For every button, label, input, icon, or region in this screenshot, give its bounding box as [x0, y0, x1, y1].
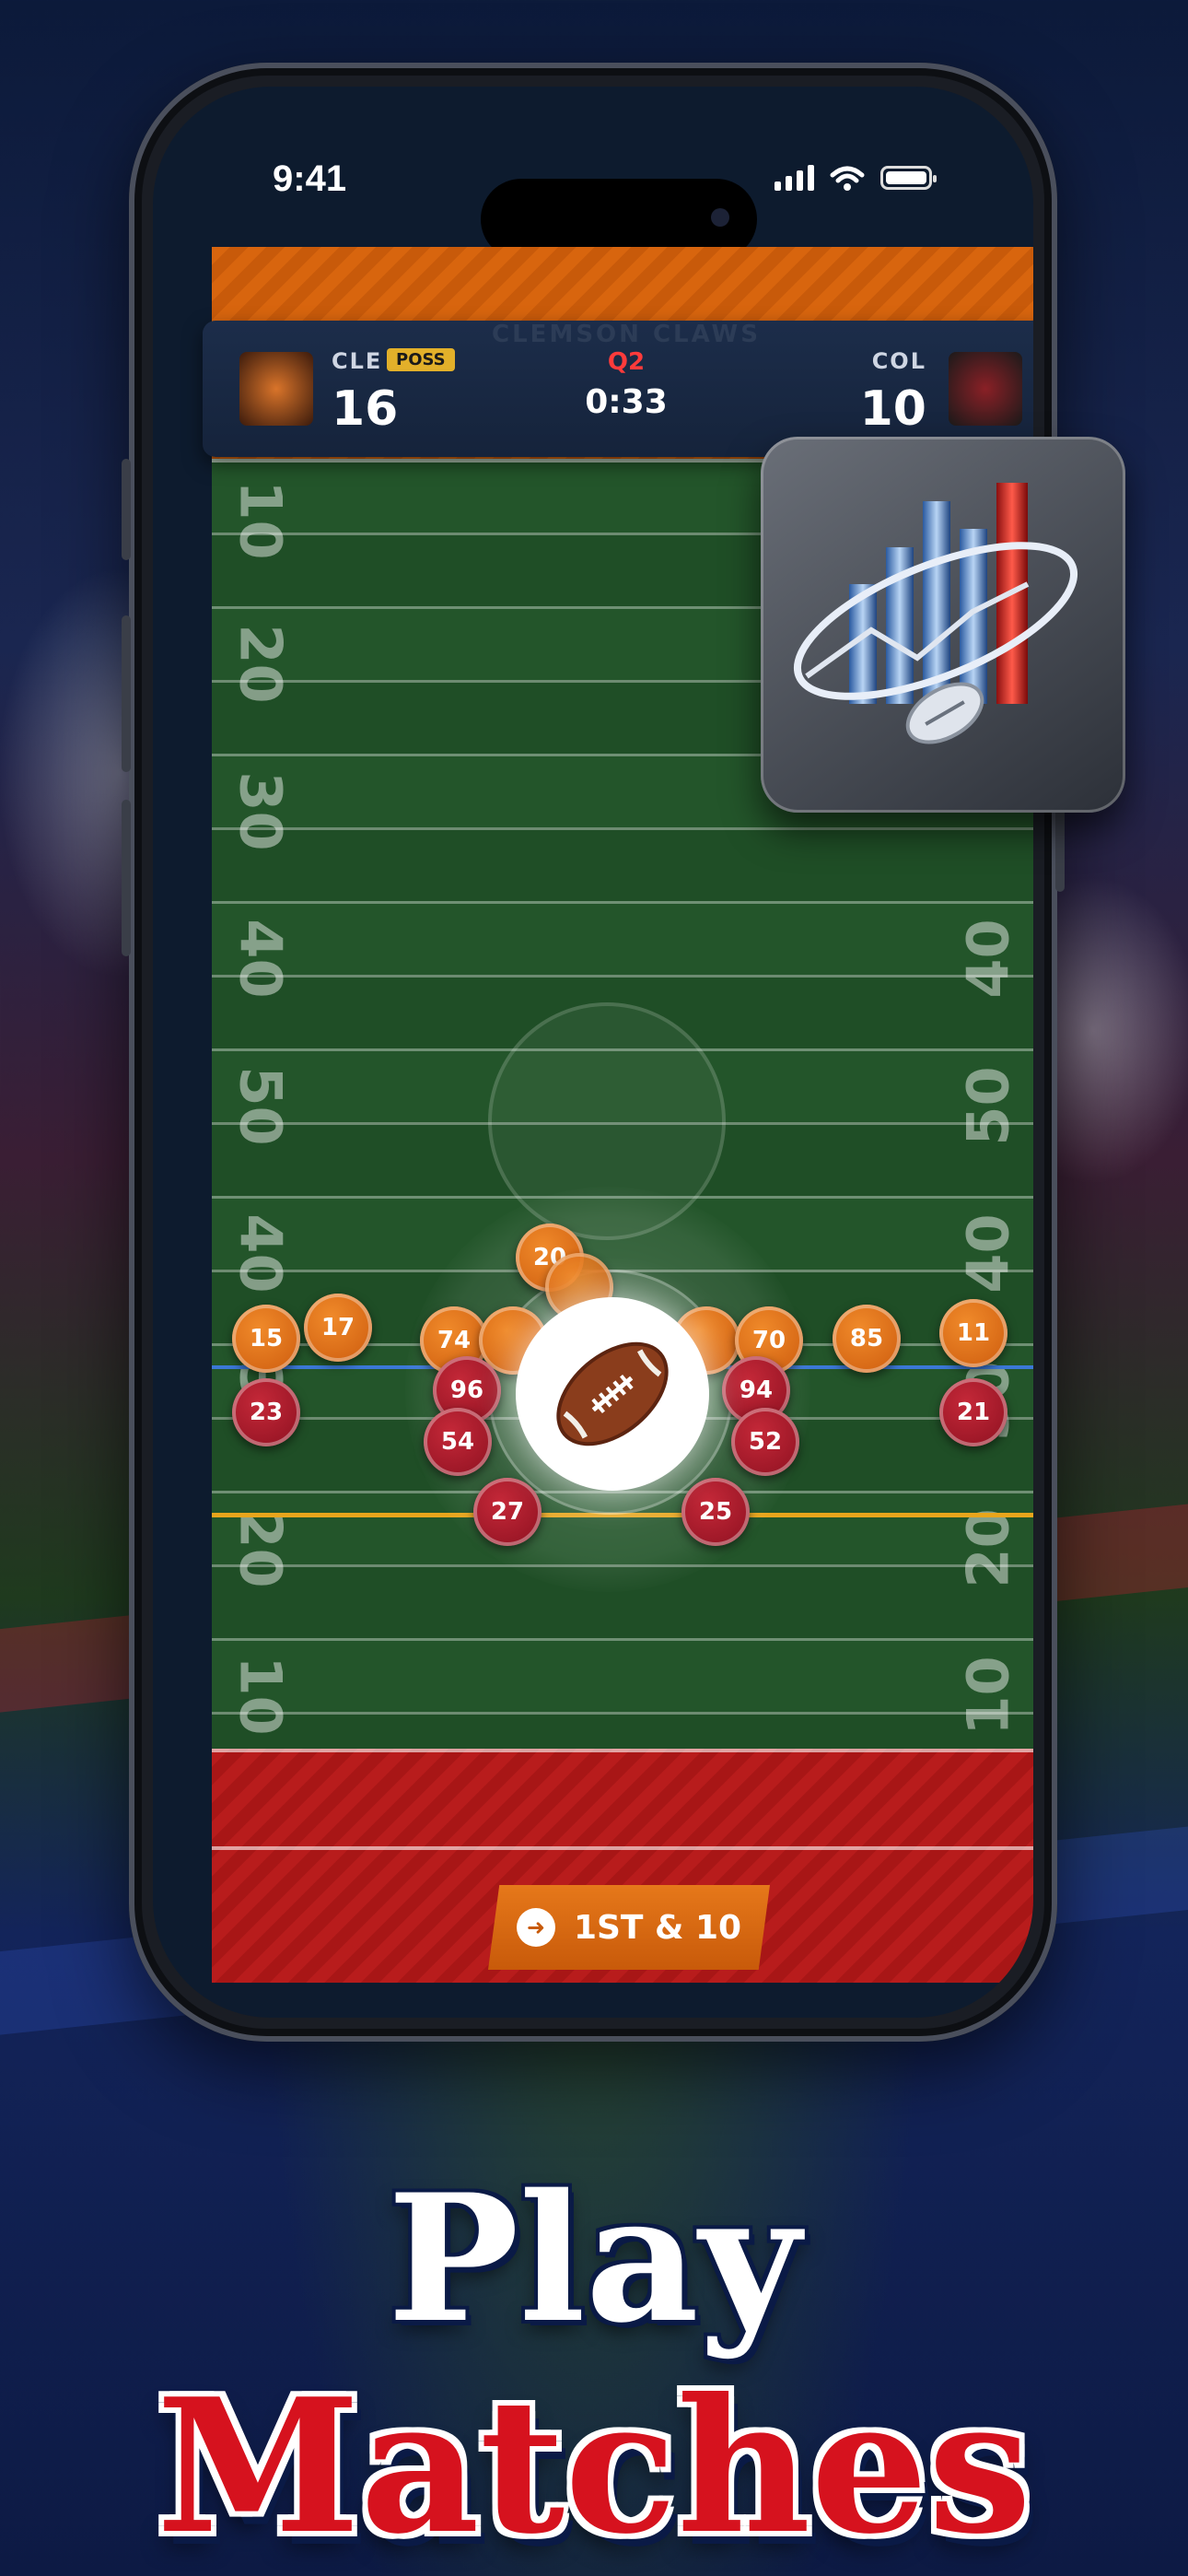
yard-number: 20 [227, 624, 295, 704]
yard-number: 10 [227, 480, 295, 560]
yard-number: 40 [954, 1213, 1022, 1294]
status-icons [775, 164, 937, 192]
yard-number: 50 [954, 1066, 1022, 1146]
defense-player[interactable]: 27 [473, 1478, 542, 1546]
defense-player[interactable]: 25 [681, 1478, 750, 1546]
yard-number: 40 [954, 919, 1022, 999]
football-icon [556, 1341, 669, 1446]
volume-button [122, 459, 131, 560]
yard-number: 40 [227, 919, 295, 999]
scoreboard-watermark: CLEMSON CLAWS [492, 321, 761, 348]
phone-screen: 9:41 10 20 30 40 50 40 20 10 40 50 40 20… [153, 87, 1033, 2018]
defense-player[interactable]: 54 [424, 1408, 492, 1476]
away-team-logo [949, 352, 1022, 426]
end-line [212, 1846, 1033, 1850]
yard-line [212, 1638, 1033, 1641]
football-button[interactable] [516, 1297, 709, 1491]
defense-player[interactable]: 52 [731, 1408, 799, 1476]
arrow-right-icon: ➜ [516, 1908, 555, 1947]
goal-line [212, 1749, 1033, 1752]
yard-number: 30 [227, 771, 295, 851]
yard-number: 50 [227, 1066, 295, 1146]
away-team-abbr: COL [871, 348, 926, 374]
battery-icon [880, 166, 937, 190]
wifi-icon [830, 166, 865, 191]
stats-card[interactable] [761, 437, 1125, 813]
down-distance-button[interactable]: ➜ 1ST & 10 [488, 1885, 770, 1970]
offense-player[interactable]: 15 [232, 1305, 300, 1373]
defense-player[interactable]: 23 [232, 1378, 300, 1446]
headline-play: Play [387, 2156, 801, 2361]
yard-number: 20 [227, 1508, 295, 1588]
yard-number: 20 [954, 1508, 1022, 1588]
volume-button [122, 615, 131, 772]
camera-icon [711, 208, 729, 227]
down-distance-label: 1ST & 10 [573, 1908, 742, 1947]
yard-number: 10 [954, 1656, 1022, 1736]
volume-button [122, 800, 131, 956]
offense-player[interactable]: 11 [939, 1299, 1007, 1367]
offense-player[interactable]: 85 [833, 1305, 901, 1373]
signal-icon [775, 165, 814, 191]
yard-number: 40 [227, 1213, 295, 1294]
phone-frame: 9:41 10 20 30 40 50 40 20 10 40 50 40 20… [122, 63, 1065, 2042]
defense-player[interactable]: 21 [939, 1378, 1007, 1446]
stats-chart-icon [793, 483, 1078, 744]
away-score: 10 [859, 381, 926, 437]
offense-player[interactable]: 17 [304, 1294, 372, 1362]
status-time: 9:41 [273, 158, 347, 199]
yard-number: 10 [227, 1656, 295, 1736]
headline-matches: Matches [156, 2359, 1032, 2575]
yard-line [212, 975, 1033, 978]
yard-line [212, 1712, 1033, 1715]
yard-line [212, 901, 1033, 904]
yard-line [212, 827, 1033, 830]
